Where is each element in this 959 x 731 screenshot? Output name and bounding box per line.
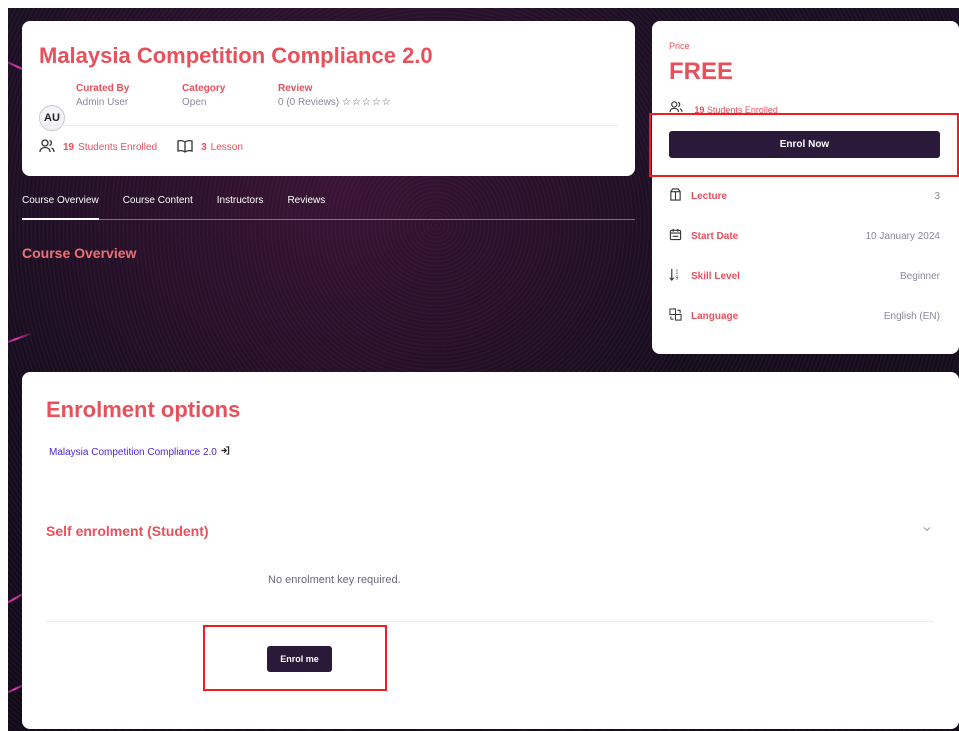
highlight-box-enrol-now	[649, 113, 959, 177]
course-overview-heading: Course Overview	[22, 245, 137, 261]
sign-in-icon	[220, 446, 230, 458]
students-label: Students Enrolled	[78, 142, 158, 153]
start-date-value: 10 January 2024	[865, 230, 940, 242]
tab-instructors[interactable]: Instructors	[217, 193, 264, 220]
decorative-streak	[8, 331, 34, 347]
tab-reviews[interactable]: Reviews	[287, 193, 325, 220]
course-stats: 19 Students Enrolled 3 Lesson	[39, 139, 263, 156]
lecture-value: 3	[934, 190, 940, 202]
lecture-label: Lecture	[691, 190, 728, 202]
review: Review 0 (0 Reviews) ☆☆☆☆☆	[278, 83, 392, 108]
review-label: Review	[278, 83, 313, 94]
chevron-down-icon[interactable]	[923, 524, 931, 534]
start-date-label: Start Date	[691, 230, 739, 242]
info-row-start-date: Start Date 10 January 2024	[669, 227, 940, 245]
sort-icon: 19	[669, 268, 691, 284]
skill-level-value: Beginner	[899, 270, 940, 282]
language-value: English (EN)	[883, 310, 940, 322]
self-enrolment-title[interactable]: Self enrolment (Student)	[46, 523, 209, 539]
lessons-count: 3	[201, 142, 207, 153]
star-rating-icon: ☆☆☆☆☆	[341, 97, 392, 108]
price-card: Price FREE 19 Students Enrolled Enrol No…	[652, 21, 959, 354]
divider	[46, 621, 934, 622]
course-link[interactable]: Malaysia Competition Compliance 2.0	[49, 446, 230, 458]
users-icon	[39, 139, 55, 156]
students-count: 19	[63, 142, 75, 153]
svg-text:9: 9	[676, 276, 679, 281]
info-row-skill-level: 19 Skill Level Beginner	[669, 267, 940, 285]
course-header-card: Malaysia Competition Compliance 2.0 AU C…	[22, 21, 635, 176]
svg-text:1: 1	[676, 270, 679, 276]
divider	[39, 125, 618, 126]
review-count: 0 (0 Reviews)	[278, 97, 340, 108]
course-tabs: Course Overview Course Content Instructo…	[22, 193, 635, 220]
calendar-icon	[669, 228, 691, 244]
no-enrolment-key-text: No enrolment key required.	[268, 574, 401, 586]
highlight-box-enrol-me	[203, 625, 387, 691]
price-label: Price	[669, 41, 690, 51]
course-title: Malaysia Competition Compliance 2.0	[39, 43, 433, 68]
info-row-lecture: Lecture 3	[669, 187, 940, 205]
category-value: Open	[182, 97, 207, 108]
tab-course-content[interactable]: Course Content	[123, 193, 193, 220]
lessons-label: Lesson	[210, 142, 243, 153]
curated-by: Curated By Admin User	[76, 83, 129, 108]
info-row-language: Language English (EN)	[669, 307, 940, 325]
enrolment-options-title: Enrolment options	[46, 397, 241, 422]
skill-level-label: Skill Level	[691, 270, 740, 282]
enrolment-options-card: Enrolment options Malaysia Competition C…	[22, 372, 959, 729]
curated-by-label: Curated By	[76, 83, 130, 94]
tab-course-overview[interactable]: Course Overview	[22, 193, 99, 220]
category: Category Open	[182, 83, 225, 108]
cube-icon	[669, 188, 691, 204]
language-label: Language	[691, 310, 739, 322]
curator-avatar: AU	[39, 105, 65, 131]
book-icon	[177, 139, 193, 156]
price-value: FREE	[669, 58, 734, 85]
category-label: Category	[182, 83, 226, 94]
translate-icon	[669, 308, 691, 324]
course-link-text[interactable]: Malaysia Competition Compliance 2.0	[49, 447, 217, 458]
review-value: 0 (0 Reviews) ☆☆☆☆☆	[278, 97, 392, 108]
curated-by-value: Admin User	[76, 97, 129, 108]
